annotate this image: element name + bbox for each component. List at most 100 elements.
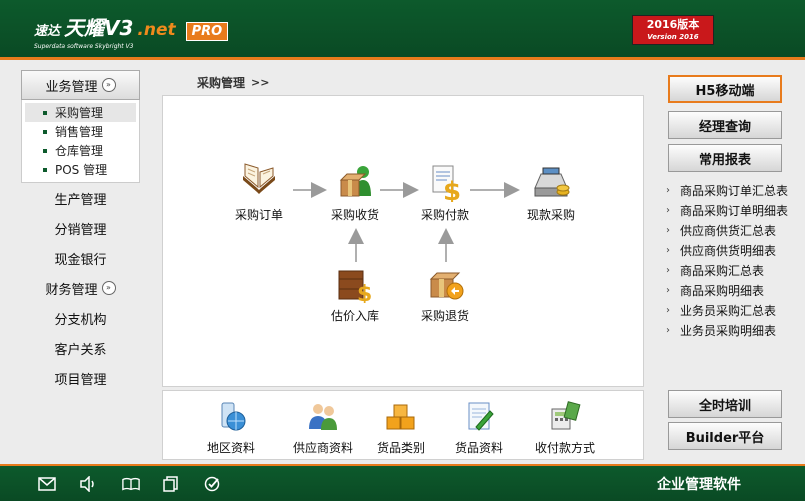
sidebar-item-label: 销售管理 — [55, 125, 104, 139]
manager-query-label: 经理查询 — [698, 119, 751, 135]
flow-node-label: 采购收货 — [330, 208, 379, 222]
payment-method-button[interactable]: 收付款方式 — [525, 399, 605, 456]
manager-query-button[interactable]: 经理查询 — [668, 111, 782, 139]
basic-data-panel: 地区资料 供应商资料 货品类别 货品资料 收付款方式 — [162, 390, 644, 460]
dept-header-business[interactable]: 业务管理 » — [21, 70, 140, 100]
mail-icon[interactable] — [38, 475, 56, 493]
flow-node-estimate-stock-in[interactable]: $ 估价入库 — [320, 263, 390, 324]
sidebar-item-cash-bank[interactable]: 现金银行 — [21, 243, 140, 273]
builder-platform-label: Builder平台 — [685, 430, 765, 446]
report-label: 商品采购订单明细表 — [680, 203, 789, 218]
sidebar-item-production[interactable]: 生产管理 — [21, 183, 140, 213]
flow-connectors — [293, 182, 520, 262]
globe-phone-icon — [214, 399, 248, 433]
box-return-icon — [425, 263, 465, 303]
logo-main-text: 天耀V3 — [64, 16, 134, 40]
invoice-dollar-icon: $ — [425, 162, 465, 202]
nav-label: 现金银行 — [54, 252, 107, 268]
logo-pro-badge: PRO — [185, 22, 229, 41]
logo-net: .net — [137, 20, 176, 40]
chevron-right-icon: › — [666, 224, 670, 236]
bottom-item-label: 货品类别 — [376, 441, 425, 455]
chevron-right-icon: › — [666, 284, 670, 296]
product-data-button[interactable]: 货品资料 — [439, 399, 519, 456]
report-label: 供应商供货汇总表 — [680, 223, 777, 238]
nav-label: 财务管理 — [45, 282, 98, 298]
report-label: 供应商供货明细表 — [680, 243, 777, 258]
flow-node-purchase-receipt[interactable]: 采购收货 — [320, 162, 390, 223]
app-footer: 企业管理软件 — [0, 464, 805, 501]
training-button[interactable]: 全时培训 — [668, 390, 782, 418]
box-dollar-icon: $ — [335, 263, 375, 303]
sidebar-item-crm[interactable]: 客户关系 — [21, 333, 140, 363]
report-link[interactable]: › 业务员采购汇总表 — [666, 300, 796, 320]
flow-node-purchase-order[interactable]: 采购订单 — [224, 162, 294, 223]
nav-label: 客户关系 — [54, 342, 107, 358]
dept-header-label: 业务管理 — [45, 79, 98, 95]
breadcrumb-label: 采购管理 — [197, 76, 246, 90]
report-link[interactable]: › 业务员采购明细表 — [666, 320, 796, 340]
report-label: 商品采购汇总表 — [680, 263, 765, 278]
sidebar-item-pos[interactable]: POS 管理 — [25, 160, 136, 179]
flow-node-label: 估价入库 — [330, 309, 379, 323]
book-icon[interactable] — [122, 475, 140, 493]
logo-subtitle: Superdata software Skybright V3 — [34, 43, 134, 50]
bullet-icon — [43, 167, 47, 172]
sidebar-item-label: 采购管理 — [55, 106, 104, 120]
module-sidebar: 业务管理 » 采购管理 销售管理 仓库管理 POS 管理 生产管理 分销管理 现… — [21, 70, 140, 393]
box-person-icon — [335, 162, 375, 202]
breadcrumb-arrow: >> — [251, 76, 270, 89]
report-link[interactable]: › 商品采购订单明细表 — [666, 200, 796, 220]
flow-node-cash-purchase[interactable]: 现款采购 — [516, 162, 586, 223]
flow-node-purchase-return[interactable]: 采购退货 — [410, 263, 480, 324]
sidebar-item-warehouse[interactable]: 仓库管理 — [25, 141, 136, 160]
flow-node-purchase-payment[interactable]: $ 采购付款 — [410, 162, 480, 223]
app-header: 速达 天耀V3 .net PRO Superdata software Skyb… — [0, 0, 805, 60]
supplier-data-button[interactable]: 供应商资料 — [283, 399, 363, 456]
breadcrumb: 采购管理 >> — [197, 74, 269, 91]
report-link[interactable]: › 供应商供货汇总表 — [666, 220, 796, 240]
nav-label: 分支机构 — [54, 312, 107, 328]
logo-cn: 速达 — [34, 24, 61, 39]
bottom-item-label: 货品资料 — [454, 441, 503, 455]
chevron-right-icon: › — [666, 304, 670, 316]
collapse-icon[interactable]: » — [101, 78, 116, 92]
users-icon — [306, 399, 340, 433]
bullet-icon — [43, 110, 47, 115]
documents-icon[interactable] — [162, 475, 180, 493]
sidebar-item-project[interactable]: 项目管理 — [21, 363, 140, 393]
sidebar-item-branch[interactable]: 分支机构 — [21, 303, 140, 333]
document-pen-icon — [462, 399, 496, 433]
footer-brand-text: 企业管理软件 — [657, 477, 741, 493]
report-link[interactable]: › 商品采购汇总表 — [666, 260, 796, 280]
check-circle-icon[interactable] — [203, 475, 221, 493]
nav-label: 分销管理 — [54, 222, 107, 238]
version-text: Version 2016 — [647, 33, 699, 41]
expand-icon[interactable]: » — [101, 281, 116, 295]
brand-logo: 速达 天耀V3 .net PRO Superdata software Skyb… — [34, 12, 229, 50]
common-reports-button[interactable]: 常用报表 — [668, 144, 782, 172]
product-category-button[interactable]: 货品类别 — [361, 399, 441, 456]
bottom-item-label: 供应商资料 — [292, 441, 353, 455]
sidebar-item-purchase[interactable]: 采购管理 — [25, 103, 136, 122]
report-link[interactable]: › 商品采购订单汇总表 — [666, 180, 796, 200]
flow-node-label: 现款采购 — [526, 208, 575, 222]
bullet-icon — [43, 148, 47, 153]
report-link[interactable]: › 供应商供货明细表 — [666, 240, 796, 260]
cash-register-icon — [531, 162, 571, 202]
nav-label: 项目管理 — [54, 372, 107, 388]
chevron-right-icon: › — [666, 244, 670, 256]
bottom-item-label: 地区资料 — [206, 441, 255, 455]
sidebar-item-sales[interactable]: 销售管理 — [25, 122, 136, 141]
report-link[interactable]: › 商品采购明细表 — [666, 280, 796, 300]
report-label: 商品采购明细表 — [680, 283, 765, 298]
sidebar-item-distribution[interactable]: 分销管理 — [21, 213, 140, 243]
bullet-icon — [43, 129, 47, 134]
sidebar-item-finance[interactable]: 财务管理» — [21, 273, 140, 303]
svg-text:$: $ — [443, 177, 461, 202]
h5-mobile-button[interactable]: H5移动端 — [668, 75, 782, 103]
builder-platform-button[interactable]: Builder平台 — [668, 422, 782, 450]
flow-node-label: 采购退货 — [420, 309, 469, 323]
region-data-button[interactable]: 地区资料 — [191, 399, 271, 456]
speaker-icon[interactable] — [79, 475, 97, 493]
